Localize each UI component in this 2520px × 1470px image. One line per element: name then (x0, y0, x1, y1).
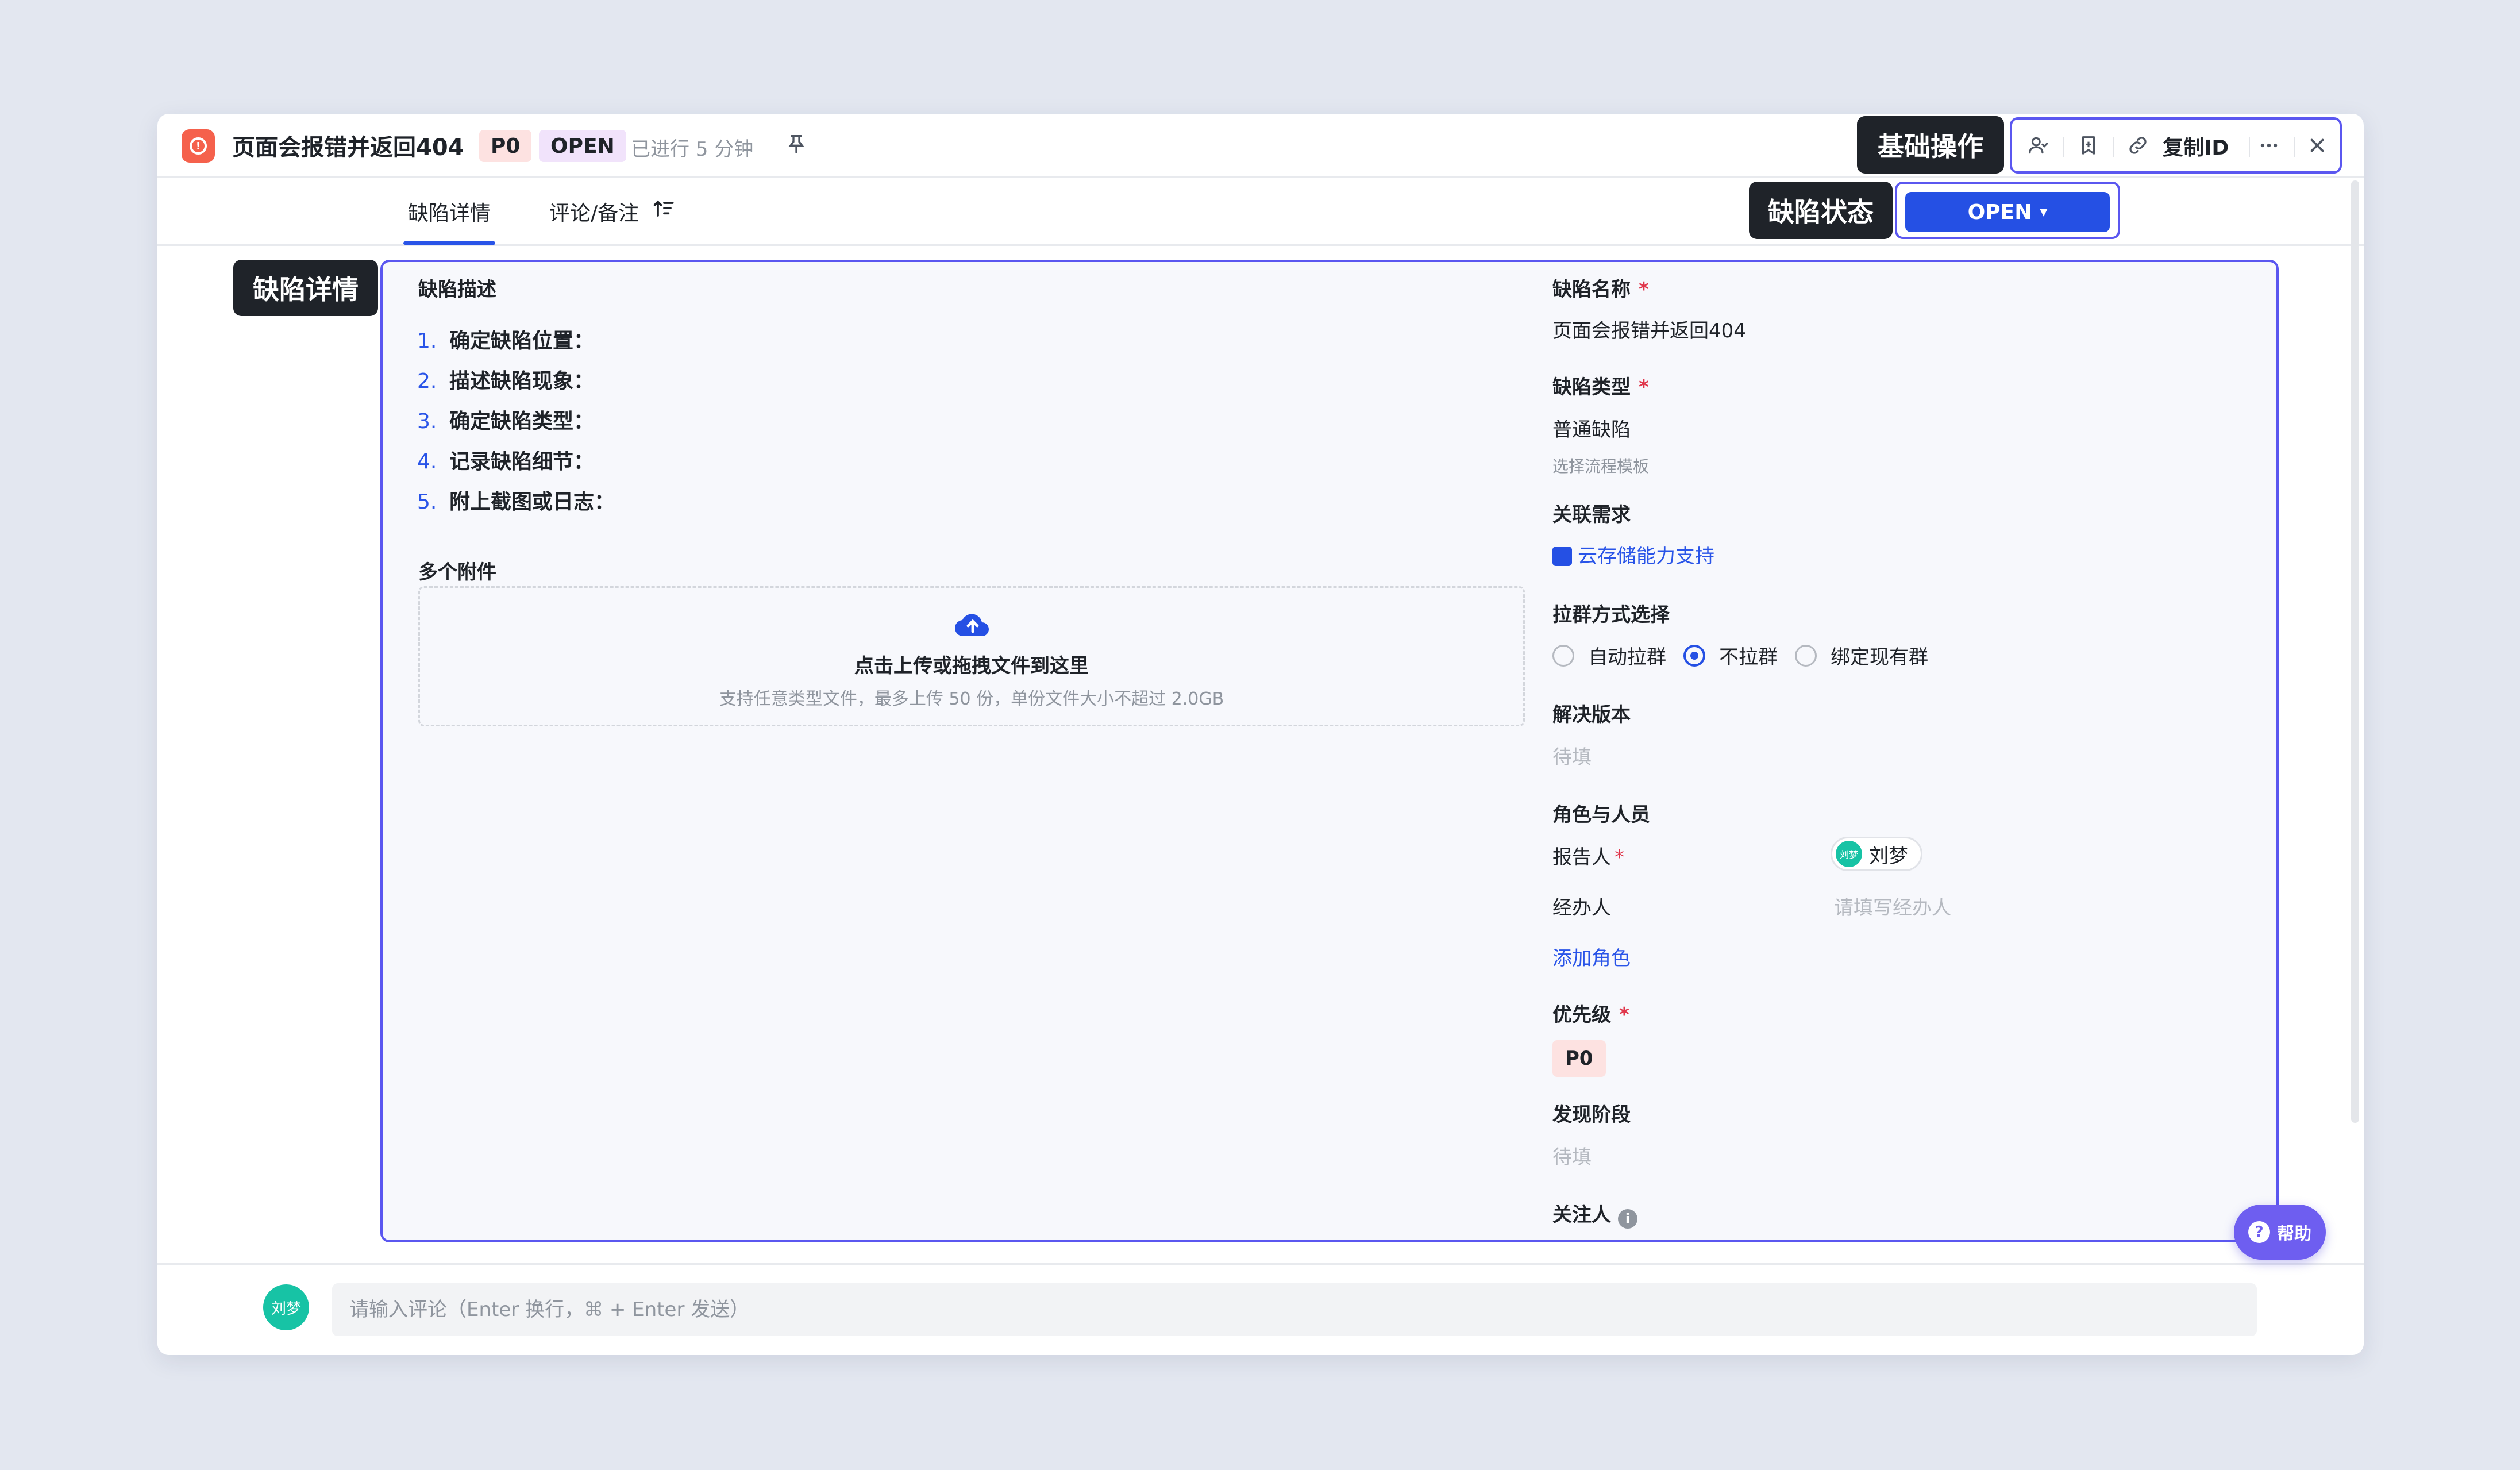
scrollbar[interactable] (2351, 180, 2359, 1123)
reporter-name: 刘梦 (1869, 844, 1908, 868)
details-callout: 缺陷详情 (233, 260, 378, 316)
page-title: 页面会报错并返回404 (232, 134, 464, 161)
upload-title: 点击上传或拖拽文件到这里 (854, 655, 1089, 678)
bug-detail-window: ! 页面会报错并返回404 P0 OPEN 已进行 5 分钟 基础操作 复制ID (157, 114, 2364, 1355)
copy-id-button[interactable]: 复制ID (2163, 131, 2229, 161)
tab-comments[interactable]: 评论/备注 (549, 197, 639, 226)
group-method-radios: 自动拉群 不拉群 绑定现有群 (1552, 641, 1945, 669)
upload-hint: 支持任意类型文件，最多上传 50 份，单份文件大小不超过 2.0GB (719, 689, 1224, 709)
info-icon: i (1618, 1209, 1637, 1229)
link-icon[interactable] (2125, 132, 2151, 159)
linked-requirement-label: 关联需求 (1552, 503, 1631, 526)
list-item: 5. 附上截图或日志： (417, 490, 615, 514)
bug-name-label: 缺陷名称 * (1552, 278, 1649, 301)
attachments-label: 多个附件 (418, 561, 496, 584)
radio-auto-group[interactable] (1552, 644, 1574, 667)
status-dropdown-button[interactable]: OPEN ▾ (1905, 192, 2110, 232)
chevron-down-icon: ▾ (2040, 203, 2048, 221)
watchers-label: 关注人 i (1552, 1199, 1637, 1229)
members-icon[interactable] (2025, 132, 2051, 159)
bug-type-icon: ! (182, 129, 215, 163)
add-role-link[interactable]: 添加角色 (1552, 942, 1631, 971)
flow-template-hint[interactable]: 选择流程模板 (1552, 454, 1649, 477)
list-item: 2. 描述缺陷现象： (417, 370, 595, 393)
cloud-upload-icon (954, 614, 989, 637)
divider (2294, 137, 2295, 157)
discovery-stage-label: 发现阶段 (1552, 1103, 1631, 1126)
list-item: 4. 记录缺陷细节： (417, 450, 595, 474)
description-label: 缺陷描述 (418, 278, 496, 301)
elapsed-time: 已进行 5 分钟 (631, 138, 754, 161)
priority-label: 优先级 * (1552, 1003, 1629, 1026)
more-icon[interactable] (2256, 132, 2282, 159)
status-dropdown-label: OPEN (1967, 200, 2032, 224)
roles-label: 角色与人员 (1552, 803, 1650, 826)
file-upload-dropzone[interactable]: 点击上传或拖拽文件到这里 支持任意类型文件，最多上传 50 份，单份文件大小不超… (418, 586, 1525, 726)
radio-no-group[interactable] (1683, 644, 1705, 667)
comment-input[interactable] (332, 1283, 2257, 1336)
assignee-label: 经办人 (1552, 896, 1611, 919)
required-mark: * (1639, 376, 1649, 399)
pin-icon[interactable] (785, 132, 808, 155)
resolve-version-field[interactable]: 待填 (1552, 741, 1592, 769)
basic-ops-callout: 基础操作 (1857, 116, 2004, 174)
divider (2063, 137, 2064, 157)
avatar: 刘梦 (1836, 841, 1862, 867)
resolve-version-label: 解决版本 (1552, 703, 1631, 726)
comment-footer: 刘梦 (157, 1263, 2364, 1355)
required-mark: * (1639, 278, 1649, 301)
bug-name-value[interactable]: 页面会报错并返回404 (1552, 315, 1746, 343)
bug-detail-panel: 缺陷描述 1. 确定缺陷位置： 2. 描述缺陷现象： 3. 确定缺陷类型： 4. 记录缺… (380, 260, 2279, 1242)
required-mark: * (1619, 1003, 1629, 1026)
sort-icon[interactable] (652, 197, 677, 222)
priority-badge: P0 (479, 130, 532, 162)
discovery-stage-field[interactable]: 待填 (1552, 1141, 1592, 1169)
list-item: 3. 确定缺陷类型： (417, 410, 595, 433)
active-tab-indicator (403, 241, 495, 245)
watchers-field[interactable]: 待填 (1552, 1239, 1592, 1240)
linked-requirement-link[interactable]: 云存储能力支持 (1552, 540, 1714, 568)
group-method-label: 拉群方式选择 (1552, 603, 1670, 626)
requirement-icon (1552, 547, 1572, 566)
help-label: 帮助 (2277, 1224, 2311, 1244)
divider (2113, 137, 2114, 157)
bug-type-value[interactable]: 普通缺陷 (1552, 414, 1631, 442)
required-mark: * (1615, 846, 1624, 869)
help-button[interactable]: ? 帮助 (2234, 1205, 2326, 1260)
priority-tag[interactable]: P0 (1552, 1040, 1606, 1077)
tab-bug-details[interactable]: 缺陷详情 (408, 197, 491, 226)
radio-bind-group[interactable] (1795, 644, 1817, 667)
reporter-label: 报告人 * (1552, 846, 1624, 869)
status-badge: OPEN (539, 130, 626, 162)
header: ! 页面会报错并返回404 P0 OPEN 已进行 5 分钟 基础操作 复制ID (157, 114, 2364, 178)
divider (2249, 137, 2250, 157)
help-icon: ? (2248, 1221, 2270, 1243)
close-icon[interactable] (2304, 132, 2330, 159)
reporter-chip[interactable]: 刘梦 刘梦 (1831, 837, 1922, 871)
status-selector-frame: OPEN ▾ (1895, 182, 2120, 239)
bug-type-label: 缺陷类型 * (1552, 376, 1649, 399)
status-callout: 缺陷状态 (1749, 182, 1893, 239)
list-item: 1. 确定缺陷位置： (417, 329, 595, 353)
assignee-field[interactable]: 请填写经办人 (1834, 892, 1951, 920)
tab-bar: 缺陷详情 评论/备注 缺陷状态 OPEN ▾ (157, 178, 2364, 246)
bookmark-icon[interactable] (2075, 132, 2102, 159)
avatar: 刘梦 (263, 1284, 309, 1330)
basic-ops-toolbar: 复制ID (2010, 117, 2342, 174)
